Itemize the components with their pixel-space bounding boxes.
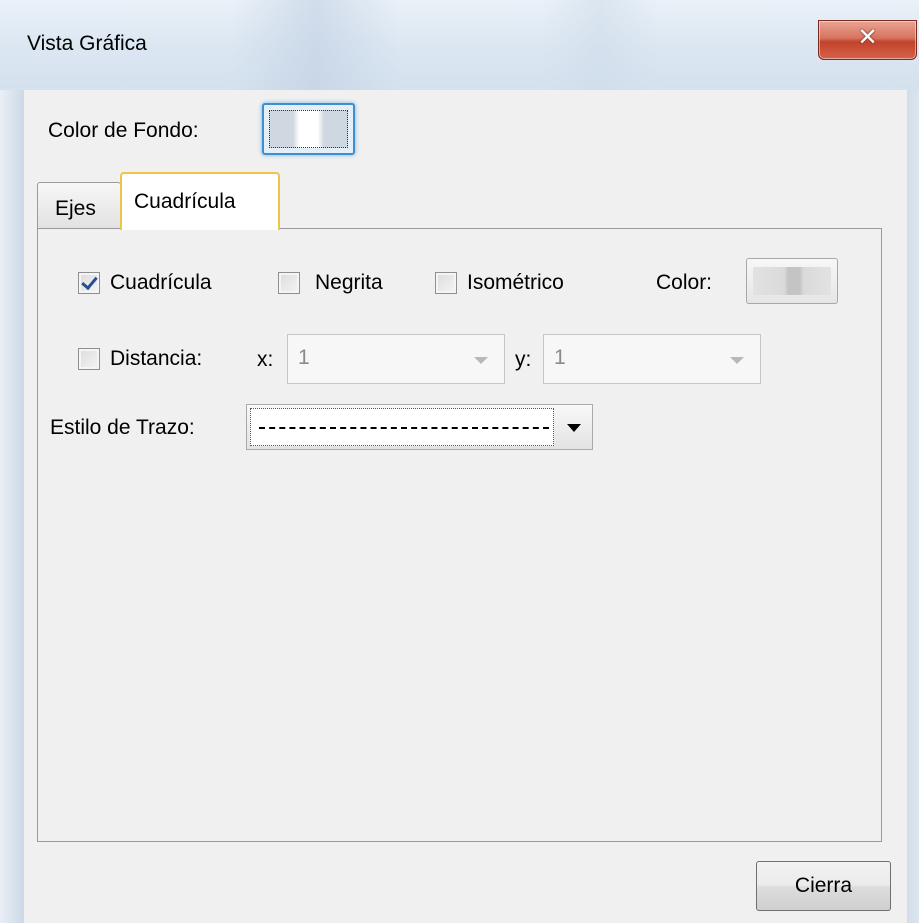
distance-x-combo[interactable]: 1 <box>287 334 505 384</box>
close-icon: ✕ <box>857 23 878 51</box>
isometric-label: Isométrico <box>467 271 564 294</box>
chevron-down-icon <box>474 357 488 364</box>
bold-checkbox[interactable] <box>278 272 300 294</box>
tab-grid[interactable]: Cuadrícula <box>120 172 280 230</box>
isometric-checkbox[interactable] <box>435 272 457 294</box>
tab-grid-label: Cuadrícula <box>134 190 236 213</box>
background-color-button[interactable] <box>262 103 355 155</box>
distance-y-combo[interactable]: 1 <box>543 334 761 384</box>
tab-axes[interactable]: Ejes <box>37 182 121 228</box>
background-color-label: Color de Fondo: <box>48 119 199 142</box>
line-style-label: Estilo de Trazo: <box>50 416 195 439</box>
background-color-swatch <box>269 110 348 148</box>
dashed-line-preview <box>259 427 549 429</box>
show-grid-label: Cuadrícula <box>110 271 212 294</box>
show-grid-checkbox[interactable] <box>78 272 100 294</box>
distance-label: Distancia: <box>110 347 203 370</box>
distance-x-label: x: <box>257 348 274 371</box>
grid-color-swatch <box>753 267 831 295</box>
grid-color-button[interactable] <box>746 258 838 304</box>
title-bar[interactable]: Vista Gráfica ✕ <box>0 0 919 90</box>
grid-color-label: Color: <box>656 271 713 294</box>
bold-label: Negrita <box>315 271 383 294</box>
window-frame-left <box>0 0 24 923</box>
window-frame-right <box>907 0 919 923</box>
window-close-button[interactable]: ✕ <box>818 20 917 60</box>
distance-y-label: y: <box>515 348 532 371</box>
distance-y-value: 1 <box>554 346 566 369</box>
line-style-selected <box>250 408 554 446</box>
window-title: Vista Gráfica <box>27 32 147 55</box>
dropdown-arrow-icon <box>567 424 581 432</box>
dialog-window: Vista Gráfica ✕ Color de Fondo: Ejes Cua… <box>0 0 919 923</box>
line-style-dropdown[interactable] <box>246 404 593 450</box>
distance-checkbox[interactable] <box>78 348 100 370</box>
close-dialog-button[interactable]: Cierra <box>756 861 891 911</box>
chevron-down-icon <box>730 357 744 364</box>
tab-panel-grid <box>37 228 882 842</box>
distance-x-value: 1 <box>298 346 310 369</box>
tab-axes-label: Ejes <box>55 197 96 220</box>
